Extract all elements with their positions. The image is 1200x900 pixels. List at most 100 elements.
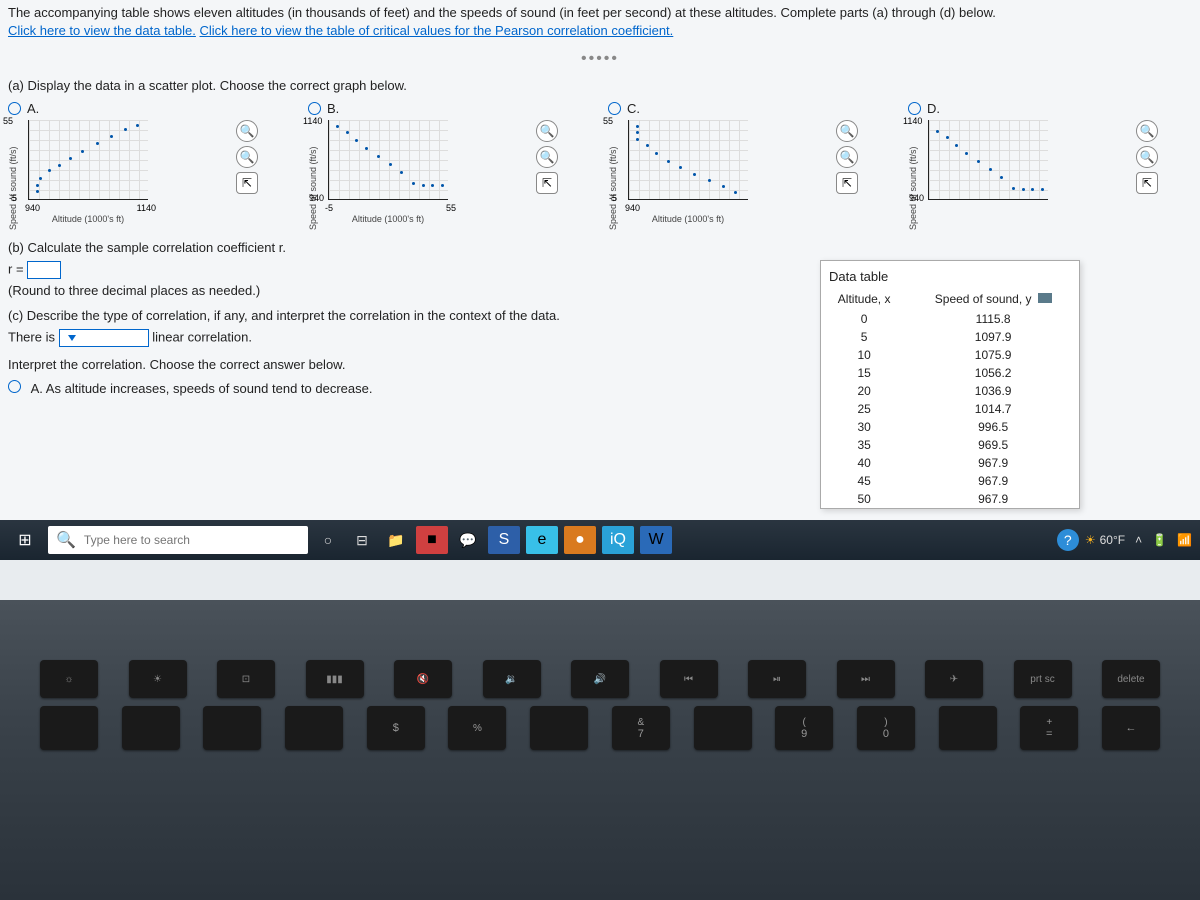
windows-taskbar: ⊞ 🔍 ○ ⊟ 📁 ■ 💬 S e ● iQ W ? ☀ 60°F ˄ 🔋 📶 (0, 520, 1200, 560)
table-row: 201036.9 (821, 382, 1079, 400)
divider-dots: ••••• (8, 50, 1192, 68)
number-key[interactable]: )0 (857, 706, 915, 750)
word-icon[interactable]: W (640, 526, 672, 554)
part-a-options: A. Speed of sound (ft/s) 55 -5 940 1140 (8, 101, 1192, 230)
table-row: 40967.9 (821, 454, 1079, 472)
number-key[interactable]: (9 (775, 706, 833, 750)
option-c-label: C. (627, 101, 640, 116)
function-key-row: ☼ ☀ ⊡ ▮▮▮ 🔇 🔉 🔊 ⏮ ⏯ ⏭ ✈ prt sc delete (0, 600, 1200, 698)
laptop-chassis: ☼ ☀ ⊡ ▮▮▮ 🔇 🔉 🔊 ⏮ ⏯ ⏭ ✈ prt sc delete $%… (0, 600, 1200, 900)
battery-icon[interactable]: 🔋 (1152, 533, 1167, 547)
explorer-icon[interactable]: 📁 (382, 526, 410, 554)
part-a-prompt: (a) Display the data in a scatter plot. … (8, 78, 1192, 93)
edge-icon[interactable]: e (526, 526, 558, 554)
popout-icon[interactable]: ⇱ (836, 172, 858, 194)
popout-icon[interactable]: ⇱ (1136, 172, 1158, 194)
start-button[interactable]: ⊞ (8, 526, 42, 554)
key-f6[interactable]: 🔉 (483, 660, 541, 698)
search-input[interactable] (84, 533, 300, 547)
correlation-select[interactable] (59, 329, 149, 347)
key-f2[interactable]: ☀ (129, 660, 187, 698)
table-row: 151056.2 (821, 364, 1079, 382)
zoom-out-icon[interactable]: 🔍 (1136, 146, 1158, 168)
data-table-popup: Data table Altitude, x Speed of sound, y… (820, 260, 1080, 509)
there-is-label: There is (8, 330, 55, 345)
key-prtsc[interactable]: prt sc (1014, 660, 1072, 698)
number-key[interactable]: ← (1102, 706, 1160, 750)
key-f3[interactable]: ⊡ (217, 660, 275, 698)
table-row: 50967.9 (821, 490, 1079, 508)
key-f9[interactable]: ⏯ (748, 660, 806, 698)
zoom-in-icon[interactable]: 🔍 (836, 120, 858, 142)
app-icon-store[interactable]: S (488, 526, 520, 554)
help-icon[interactable]: ? (1057, 529, 1079, 551)
zoom-out-icon[interactable]: 🔍 (236, 146, 258, 168)
radio-c[interactable] (608, 102, 621, 115)
chevron-up-icon[interactable]: ˄ (1135, 533, 1142, 547)
r-input[interactable] (27, 261, 61, 279)
key-f4[interactable]: ▮▮▮ (306, 660, 364, 698)
key-f5[interactable]: 🔇 (394, 660, 452, 698)
number-key[interactable]: % (448, 706, 506, 750)
key-delete[interactable]: delete (1102, 660, 1160, 698)
copy-icon[interactable] (1038, 293, 1052, 303)
table-row: 35969.5 (821, 436, 1079, 454)
taskbar-search[interactable]: 🔍 (48, 526, 308, 554)
number-key-row: $% &7 (9 )0 += ← (0, 698, 1200, 750)
number-key[interactable]: += (1020, 706, 1078, 750)
key-f11[interactable]: ✈ (925, 660, 983, 698)
chart-a-ylabel: Speed of sound (ft/s) (8, 120, 18, 230)
number-key[interactable] (122, 706, 180, 750)
chart-c-ylabel: Speed of sound (ft/s) (608, 120, 618, 230)
chat-icon[interactable]: 💬 (454, 526, 482, 554)
number-key[interactable] (203, 706, 261, 750)
data-table-link[interactable]: Click here to view the data table. (8, 23, 196, 38)
app-icon-iq[interactable]: iQ (602, 526, 634, 554)
weather-widget[interactable]: ☀ 60°F (1085, 533, 1125, 547)
table-row: 45967.9 (821, 472, 1079, 490)
key-f1[interactable]: ☼ (40, 660, 98, 698)
number-key[interactable]: $ (367, 706, 425, 750)
task-view-icon[interactable]: ⊟ (348, 526, 376, 554)
option-a-label: A. (27, 101, 39, 116)
key-f7[interactable]: 🔊 (571, 660, 629, 698)
radio-a[interactable] (8, 102, 21, 115)
r-label: r = (8, 262, 24, 277)
app-icon-red[interactable]: ■ (416, 526, 448, 554)
weather-temp: 60°F (1100, 533, 1125, 547)
radio-b[interactable] (308, 102, 321, 115)
app-icon-orange[interactable]: ● (564, 526, 596, 554)
col-speed: Speed of sound, y (907, 288, 1079, 310)
zoom-in-icon[interactable]: 🔍 (1136, 120, 1158, 142)
zoom-in-icon[interactable]: 🔍 (236, 120, 258, 142)
critical-values-link[interactable]: Click here to view the table of critical… (200, 23, 674, 38)
number-key[interactable]: &7 (612, 706, 670, 750)
question-page: The accompanying table shows eleven alti… (0, 0, 1200, 560)
zoom-out-icon[interactable]: 🔍 (836, 146, 858, 168)
chart-b-ylabel: Speed of sound (ft/s) (308, 120, 318, 230)
zoom-out-icon[interactable]: 🔍 (536, 146, 558, 168)
sun-icon: ☀ (1085, 533, 1096, 547)
option-b: B. Speed of sound (ft/s) 1140 940 -5 55 (308, 101, 588, 230)
chart-d-ylabel: Speed of sound (ft/s) (908, 120, 918, 230)
radio-d[interactable] (908, 102, 921, 115)
number-key[interactable] (530, 706, 588, 750)
cortana-icon[interactable]: ○ (314, 526, 342, 554)
popout-icon[interactable]: ⇱ (536, 172, 558, 194)
wifi-icon[interactable]: 📶 (1177, 533, 1192, 547)
zoom-in-icon[interactable]: 🔍 (536, 120, 558, 142)
table-row: 251014.7 (821, 400, 1079, 418)
table-row: 01115.8 (821, 310, 1079, 328)
table-row: 30996.5 (821, 418, 1079, 436)
intro-sentence: The accompanying table shows eleven alti… (8, 5, 996, 20)
number-key[interactable] (939, 706, 997, 750)
key-f8[interactable]: ⏮ (660, 660, 718, 698)
chart-a-xlabel: Altitude (1000's ft) (28, 214, 148, 224)
linear-corr-label: linear correlation. (152, 330, 252, 345)
number-key[interactable] (40, 706, 98, 750)
radio-interpret-a[interactable] (8, 380, 21, 393)
key-f10[interactable]: ⏭ (837, 660, 895, 698)
number-key[interactable] (285, 706, 343, 750)
number-key[interactable] (694, 706, 752, 750)
popout-icon[interactable]: ⇱ (236, 172, 258, 194)
